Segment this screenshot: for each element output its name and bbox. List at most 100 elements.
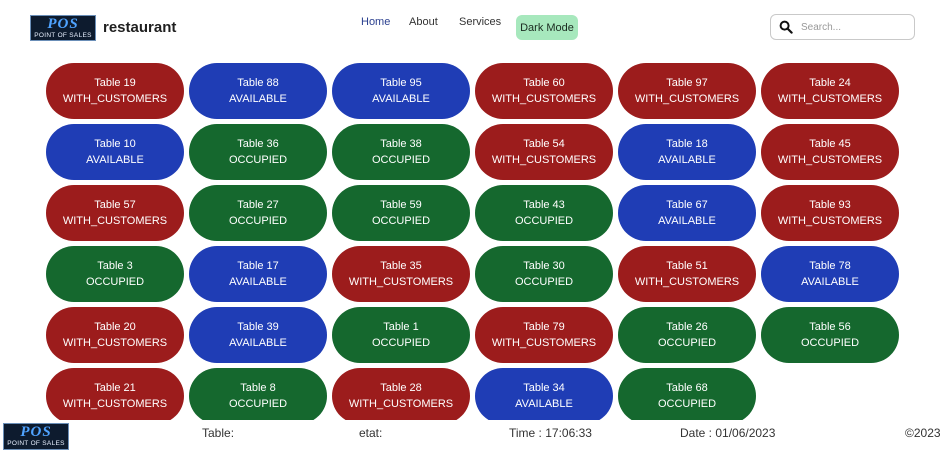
table-name: Table 8 — [240, 382, 276, 394]
table-card[interactable]: Table 30 OCCUPIED — [475, 246, 613, 302]
table-name: Table 18 — [666, 138, 708, 150]
table-name: Table 1 — [383, 321, 419, 333]
table-card[interactable]: Table 27 OCCUPIED — [189, 185, 327, 241]
table-status: WITH_CUSTOMERS — [348, 276, 454, 288]
table-card[interactable]: Table 10 AVAILABLE — [46, 124, 184, 180]
table-status: WITH_CUSTOMERS — [62, 398, 168, 410]
table-card[interactable]: Table 17 AVAILABLE — [189, 246, 327, 302]
table-card[interactable]: Table 57 WITH_CUSTOMERS — [46, 185, 184, 241]
table-name: Table 45 — [809, 138, 851, 150]
table-card[interactable]: Table 95 AVAILABLE — [332, 63, 470, 119]
table-card[interactable]: Table 8 OCCUPIED — [189, 368, 327, 420]
table-card[interactable]: Table 97 WITH_CUSTOMERS — [618, 63, 756, 119]
table-status: OCCUPIED — [514, 276, 574, 288]
table-status: WITH_CUSTOMERS — [62, 215, 168, 227]
search-input[interactable] — [799, 20, 913, 34]
table-status: WITH_CUSTOMERS — [777, 154, 883, 166]
search-box[interactable] — [770, 14, 915, 40]
table-card[interactable]: Table 26 OCCUPIED — [618, 307, 756, 363]
table-name: Table 34 — [523, 382, 565, 394]
table-name: Table 57 — [94, 199, 136, 211]
table-card[interactable]: Table 18 AVAILABLE — [618, 124, 756, 180]
table-status: OCCUPIED — [228, 154, 288, 166]
table-status: WITH_CUSTOMERS — [491, 93, 597, 105]
table-card[interactable]: Table 56 OCCUPIED — [761, 307, 899, 363]
table-card[interactable]: Table 78 AVAILABLE — [761, 246, 899, 302]
footer-time: Time : 17:06:33 — [509, 426, 592, 440]
table-card[interactable]: Table 34 AVAILABLE — [475, 368, 613, 420]
brand-name[interactable]: restaurant — [103, 19, 176, 36]
table-status: WITH_CUSTOMERS — [491, 154, 597, 166]
table-name: Table 88 — [237, 77, 279, 89]
table-name: Table 24 — [809, 77, 851, 89]
tables-grid: Table 19 WITH_CUSTOMERS Table 88 AVAILABLE T… — [46, 63, 902, 420]
table-card[interactable]: Table 54 WITH_CUSTOMERS — [475, 124, 613, 180]
table-name: Table 21 — [94, 382, 136, 394]
table-status: OCCUPIED — [371, 337, 431, 349]
table-status: AVAILABLE — [86, 154, 144, 166]
table-card[interactable]: Table 19 WITH_CUSTOMERS — [46, 63, 184, 119]
table-status: AVAILABLE — [801, 276, 859, 288]
table-status: OCCUPIED — [228, 398, 288, 410]
table-name: Table 38 — [380, 138, 422, 150]
table-name: Table 19 — [94, 77, 136, 89]
table-status: WITH_CUSTOMERS — [634, 276, 740, 288]
table-name: Table 3 — [97, 260, 133, 272]
table-status: AVAILABLE — [658, 154, 716, 166]
table-name: Table 68 — [666, 382, 708, 394]
table-card[interactable]: Table 51 WITH_CUSTOMERS — [618, 246, 756, 302]
pos-logo[interactable]: POS POINT OF SALES — [30, 15, 96, 41]
table-name: Table 95 — [380, 77, 422, 89]
table-card[interactable]: Table 24 WITH_CUSTOMERS — [761, 63, 899, 119]
table-card[interactable]: Table 21 WITH_CUSTOMERS — [46, 368, 184, 420]
table-status: OCCUPIED — [514, 215, 574, 227]
table-name: Table 39 — [237, 321, 279, 333]
table-status: WITH_CUSTOMERS — [491, 337, 597, 349]
dark-mode-button[interactable]: Dark Mode — [516, 15, 578, 40]
table-status: WITH_CUSTOMERS — [348, 398, 454, 410]
logo-tagline: POINT OF SALES — [34, 31, 92, 39]
table-card[interactable]: Table 59 OCCUPIED — [332, 185, 470, 241]
table-card[interactable]: Table 79 WITH_CUSTOMERS — [475, 307, 613, 363]
footer-table-label: Table: — [202, 426, 235, 440]
table-status: OCCUPIED — [800, 337, 860, 349]
table-card[interactable]: Table 28 WITH_CUSTOMERS — [332, 368, 470, 420]
table-status: OCCUPIED — [371, 215, 431, 227]
table-name: Table 54 — [523, 138, 565, 150]
footer-etat-label: etat: — [359, 426, 383, 440]
nav-home-link[interactable]: Home — [361, 16, 390, 28]
table-card[interactable]: Table 3 OCCUPIED — [46, 246, 184, 302]
table-name: Table 43 — [523, 199, 565, 211]
table-card[interactable]: Table 39 AVAILABLE — [189, 307, 327, 363]
table-name: Table 93 — [809, 199, 851, 211]
table-name: Table 30 — [523, 260, 565, 272]
table-status: AVAILABLE — [372, 93, 430, 105]
table-card[interactable]: Table 88 AVAILABLE — [189, 63, 327, 119]
table-card[interactable]: Table 36 OCCUPIED — [189, 124, 327, 180]
table-status: OCCUPIED — [228, 215, 288, 227]
footer-logo-tagline: POINT OF SALES — [7, 440, 65, 448]
table-card[interactable]: Table 60 WITH_CUSTOMERS — [475, 63, 613, 119]
table-status: OCCUPIED — [657, 398, 717, 410]
table-card[interactable]: Table 38 OCCUPIED — [332, 124, 470, 180]
table-card[interactable]: Table 20 WITH_CUSTOMERS — [46, 307, 184, 363]
table-card[interactable]: Table 68 OCCUPIED — [618, 368, 756, 420]
table-status: OCCUPIED — [85, 276, 145, 288]
table-name: Table 78 — [809, 260, 851, 272]
table-card[interactable]: Table 43 OCCUPIED — [475, 185, 613, 241]
table-name: Table 35 — [380, 260, 422, 272]
table-status: AVAILABLE — [229, 337, 287, 349]
footer-pos-logo: POS POINT OF SALES — [3, 423, 69, 450]
table-card[interactable]: Table 35 WITH_CUSTOMERS — [332, 246, 470, 302]
nav-about-link[interactable]: About — [409, 16, 438, 28]
table-name: Table 26 — [666, 321, 708, 333]
table-card[interactable]: Table 45 WITH_CUSTOMERS — [761, 124, 899, 180]
nav-services-link[interactable]: Services — [459, 16, 501, 28]
table-name: Table 27 — [237, 199, 279, 211]
table-name: Table 17 — [237, 260, 279, 272]
table-name: Table 79 — [523, 321, 565, 333]
table-card[interactable]: Table 1 OCCUPIED — [332, 307, 470, 363]
table-status: AVAILABLE — [515, 398, 573, 410]
table-card[interactable]: Table 93 WITH_CUSTOMERS — [761, 185, 899, 241]
table-card[interactable]: Table 67 AVAILABLE — [618, 185, 756, 241]
